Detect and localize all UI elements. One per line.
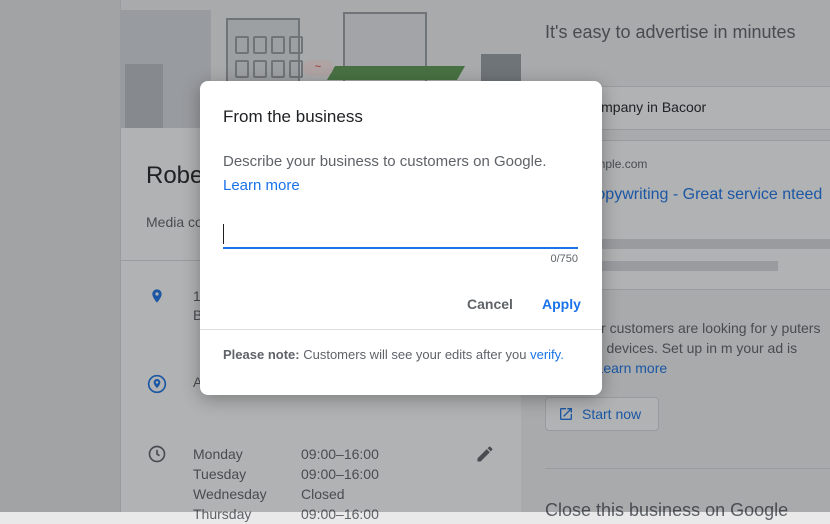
dialog-description: Describe your business to customers on G… xyxy=(223,153,547,194)
apply-button[interactable]: Apply xyxy=(536,292,587,316)
business-description-input[interactable] xyxy=(223,221,578,249)
text-caret xyxy=(223,224,224,244)
note-label: Please note: xyxy=(223,347,300,362)
dialog-divider xyxy=(200,329,602,330)
cancel-button[interactable]: Cancel xyxy=(461,292,519,316)
note-text: Customers will see your edits after you xyxy=(303,347,527,362)
learn-more-link[interactable]: Learn more xyxy=(223,177,300,194)
dialog-note: Please note: Customers will see your edi… xyxy=(223,346,573,363)
dialog-title: From the business xyxy=(223,107,363,126)
verify-link[interactable]: verify. xyxy=(530,347,564,362)
from-the-business-dialog: From the business Describe your business… xyxy=(200,81,602,395)
character-counter: 0/750 xyxy=(550,253,578,265)
